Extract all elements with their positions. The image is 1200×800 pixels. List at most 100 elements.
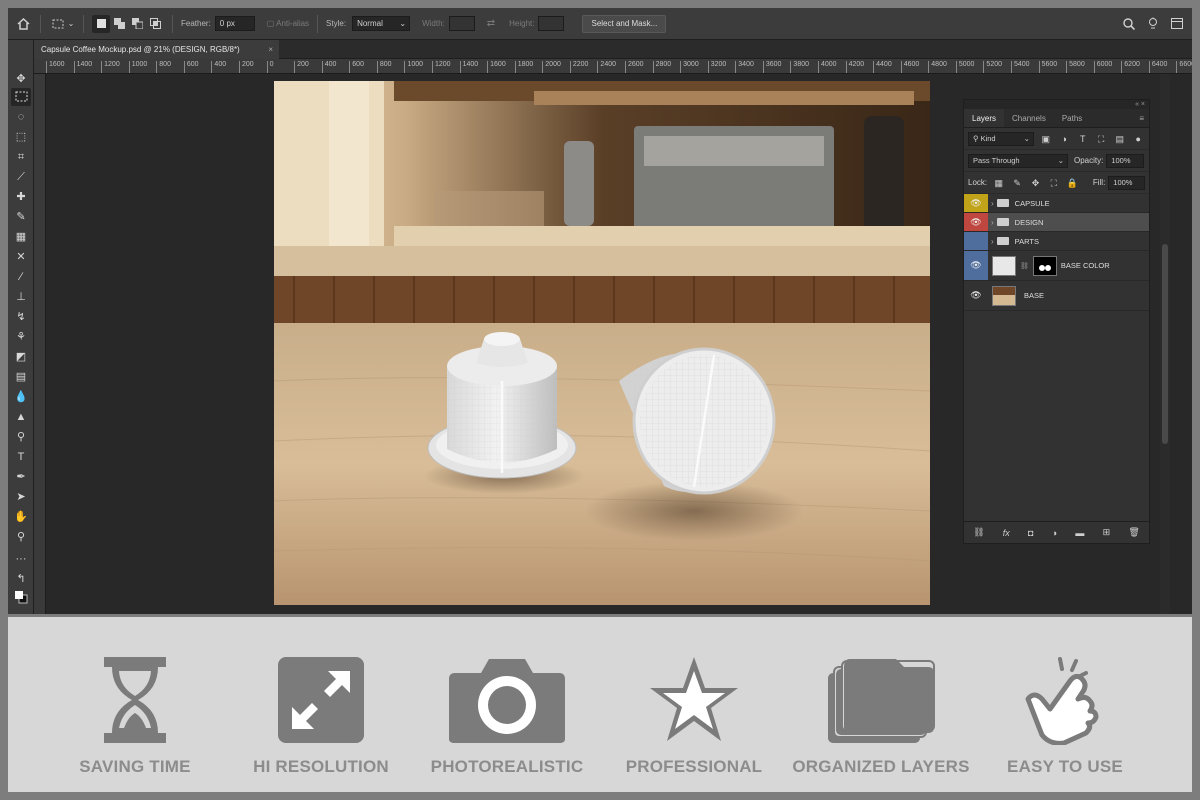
fx-icon[interactable]: fx — [1003, 528, 1010, 538]
ruler-tick-label: 600 — [349, 61, 364, 73]
add-to-selection-icon[interactable] — [110, 15, 128, 33]
visibility-eye-icon[interactable]: 👁 — [964, 281, 988, 310]
marquee-tool-preset-icon[interactable] — [49, 15, 67, 33]
type-filter-icon[interactable]: T — [1076, 133, 1090, 145]
layer-base[interactable]: 👁 BASE — [964, 281, 1149, 311]
width-input[interactable] — [448, 16, 475, 31]
lock-position-icon[interactable]: ✥ — [1029, 177, 1042, 189]
swap-icon[interactable]: ⇄ — [487, 18, 495, 29]
tab-channels[interactable]: Channels — [1004, 109, 1054, 127]
ruler-tick-label: 800 — [156, 61, 171, 73]
new-selection-icon[interactable] — [92, 14, 110, 33]
layer-design[interactable]: 👁 › DESIGN — [964, 213, 1149, 232]
shape-filter-icon[interactable]: ⛶ — [1094, 133, 1108, 145]
stamp-tool-icon[interactable]: ⊥ — [11, 288, 31, 306]
sharpen-tool-icon[interactable]: ▲ — [11, 408, 31, 426]
fill-input[interactable]: 100% — [1108, 175, 1145, 190]
workspace-icon[interactable] — [1168, 15, 1186, 33]
link-layers-icon[interactable]: ⛓ — [973, 527, 984, 538]
visibility-eye-icon[interactable]: 👁 — [964, 194, 988, 212]
new-layer-icon[interactable]: ⊞ — [1103, 527, 1111, 538]
visibility-eye-icon[interactable]: 👁 — [964, 251, 988, 280]
horizontal-ruler: 1600 1400 1200 1000 800 600 400 200 0 200 400 600 80… — [34, 59, 1192, 74]
move-tool-icon[interactable]: ✥ — [11, 70, 31, 88]
zoom-tool-icon[interactable]: ⚲ — [11, 528, 31, 546]
select-and-mask-button[interactable]: Select and Mask... — [582, 14, 667, 33]
link-icon[interactable]: ⛓ — [1020, 262, 1029, 270]
visibility-off-icon[interactable] — [964, 232, 988, 250]
healing-brush-icon[interactable]: ✚ — [11, 188, 31, 206]
color-swatches-icon[interactable] — [11, 588, 31, 606]
height-input[interactable] — [538, 16, 565, 31]
frame-tool-icon[interactable]: ▦ — [11, 228, 31, 246]
feature-saving-time: SAVING TIME — [45, 617, 225, 792]
smart-object-filter-icon[interactable]: ▤ — [1113, 133, 1127, 145]
document-tab[interactable]: Capsule Coffee Mockup.psd @ 21% (DESIGN,… — [34, 40, 279, 59]
adjustment-layer-icon[interactable]: ◑ — [1052, 528, 1057, 538]
feature-hi-resolution: HI RESOLUTION — [231, 617, 411, 792]
scrollbar-thumb[interactable] — [1162, 244, 1168, 444]
path-select-tool-icon[interactable]: ➤ — [11, 488, 31, 506]
gradient-tool-icon[interactable]: ▤ — [11, 368, 31, 386]
lock-transparent-icon[interactable]: ▦ — [992, 177, 1005, 189]
patch-tool-icon[interactable]: ✎ — [11, 208, 31, 226]
object-select-tool-icon[interactable]: ⬚ — [11, 128, 31, 146]
lasso-tool-icon[interactable]: ◌ — [11, 108, 31, 126]
layer-parts[interactable]: › PARTS — [964, 232, 1149, 251]
hand-tool-icon[interactable]: ✋ — [11, 508, 31, 526]
chevron-right-icon[interactable]: › — [991, 199, 994, 208]
canvas-scrollbar[interactable] — [1160, 74, 1170, 614]
layer-base-color[interactable]: 👁 ⛓ BASE COLOR — [964, 251, 1149, 281]
pointer-hand-icon — [1025, 657, 1099, 745]
close-tab-icon[interactable]: × — [268, 40, 273, 59]
adjustment-filter-icon[interactable]: ◑ — [1057, 133, 1071, 145]
new-group-icon[interactable]: ▬ — [1075, 528, 1084, 538]
chevron-right-icon[interactable]: › — [991, 237, 994, 246]
crop-tool-icon[interactable]: ⌗ — [11, 148, 31, 166]
tab-layers[interactable]: Layers — [964, 109, 1005, 127]
more-tools-icon[interactable]: ··· — [11, 550, 31, 568]
swap-colors-icon[interactable]: ↰ — [11, 570, 31, 588]
filter-toggle-icon[interactable]: ● — [1131, 133, 1145, 145]
eyedropper-tool-icon[interactable]: ⟋ — [11, 168, 31, 186]
feather-input[interactable]: 0 px — [214, 16, 255, 31]
subtract-from-selection-icon[interactable] — [128, 15, 146, 33]
warp-tool-icon[interactable]: ✕ — [11, 248, 31, 266]
ruler-tick-label: 5000 — [955, 61, 974, 73]
marquee-tool-icon[interactable] — [11, 88, 31, 106]
anti-alias-checkbox[interactable]: ▢ Anti-alias — [267, 19, 309, 28]
chevron-right-icon[interactable]: › — [991, 218, 994, 227]
brush-tool-icon[interactable]: ∕ — [11, 268, 31, 286]
layer-mask-thumbnail[interactable] — [1032, 255, 1057, 276]
photoshop-window: ⌄ Feather: 0 px ▢ Anti-alias Style: Norm… — [8, 8, 1192, 614]
lock-image-icon[interactable]: ✎ — [1010, 177, 1023, 189]
chevron-down-icon[interactable]: ⌄ — [67, 15, 75, 33]
tab-paths[interactable]: Paths — [1054, 109, 1090, 127]
add-mask-icon[interactable]: ◘ — [1028, 528, 1033, 538]
style-select[interactable]: Normal ⌄ — [352, 16, 411, 31]
lightbulb-icon[interactable] — [1144, 15, 1162, 33]
blur-tool-icon[interactable]: 💧 — [11, 388, 31, 406]
lock-all-icon[interactable]: 🔒 — [1066, 177, 1079, 189]
visibility-eye-icon[interactable]: 👁 — [964, 213, 988, 231]
mixer-brush-icon[interactable]: ⚘ — [11, 328, 31, 346]
history-brush-icon[interactable]: ↯ — [11, 308, 31, 326]
eraser-tool-icon[interactable]: ◩ — [11, 348, 31, 366]
dodge-tool-icon[interactable]: ⚲ — [11, 428, 31, 446]
panel-collapse-controls[interactable]: « × — [964, 100, 1149, 109]
kind-filter-select[interactable]: ⚲ Kind ⌄ — [968, 131, 1034, 146]
panel-menu-icon[interactable]: ≡ — [1139, 109, 1144, 128]
pixel-filter-icon[interactable]: ▣ — [1039, 133, 1053, 145]
document-canvas[interactable] — [274, 81, 930, 605]
home-icon[interactable] — [14, 15, 32, 33]
pen-tool-icon[interactable]: ✒ — [11, 468, 31, 486]
search-icon[interactable] — [1120, 15, 1138, 33]
opacity-input[interactable]: 100% — [1106, 153, 1145, 168]
intersect-selection-icon[interactable] — [146, 15, 164, 33]
layer-capsule[interactable]: 👁 › CAPSULE — [964, 194, 1149, 213]
ruler-tick-label: 6000 — [1093, 61, 1112, 73]
delete-layer-icon[interactable]: 🗑 — [1128, 527, 1139, 538]
type-tool-icon[interactable]: T — [11, 448, 31, 466]
lock-artboard-icon[interactable]: ⛶ — [1047, 177, 1060, 189]
blend-mode-select[interactable]: Pass Through ⌄ — [968, 153, 1068, 168]
